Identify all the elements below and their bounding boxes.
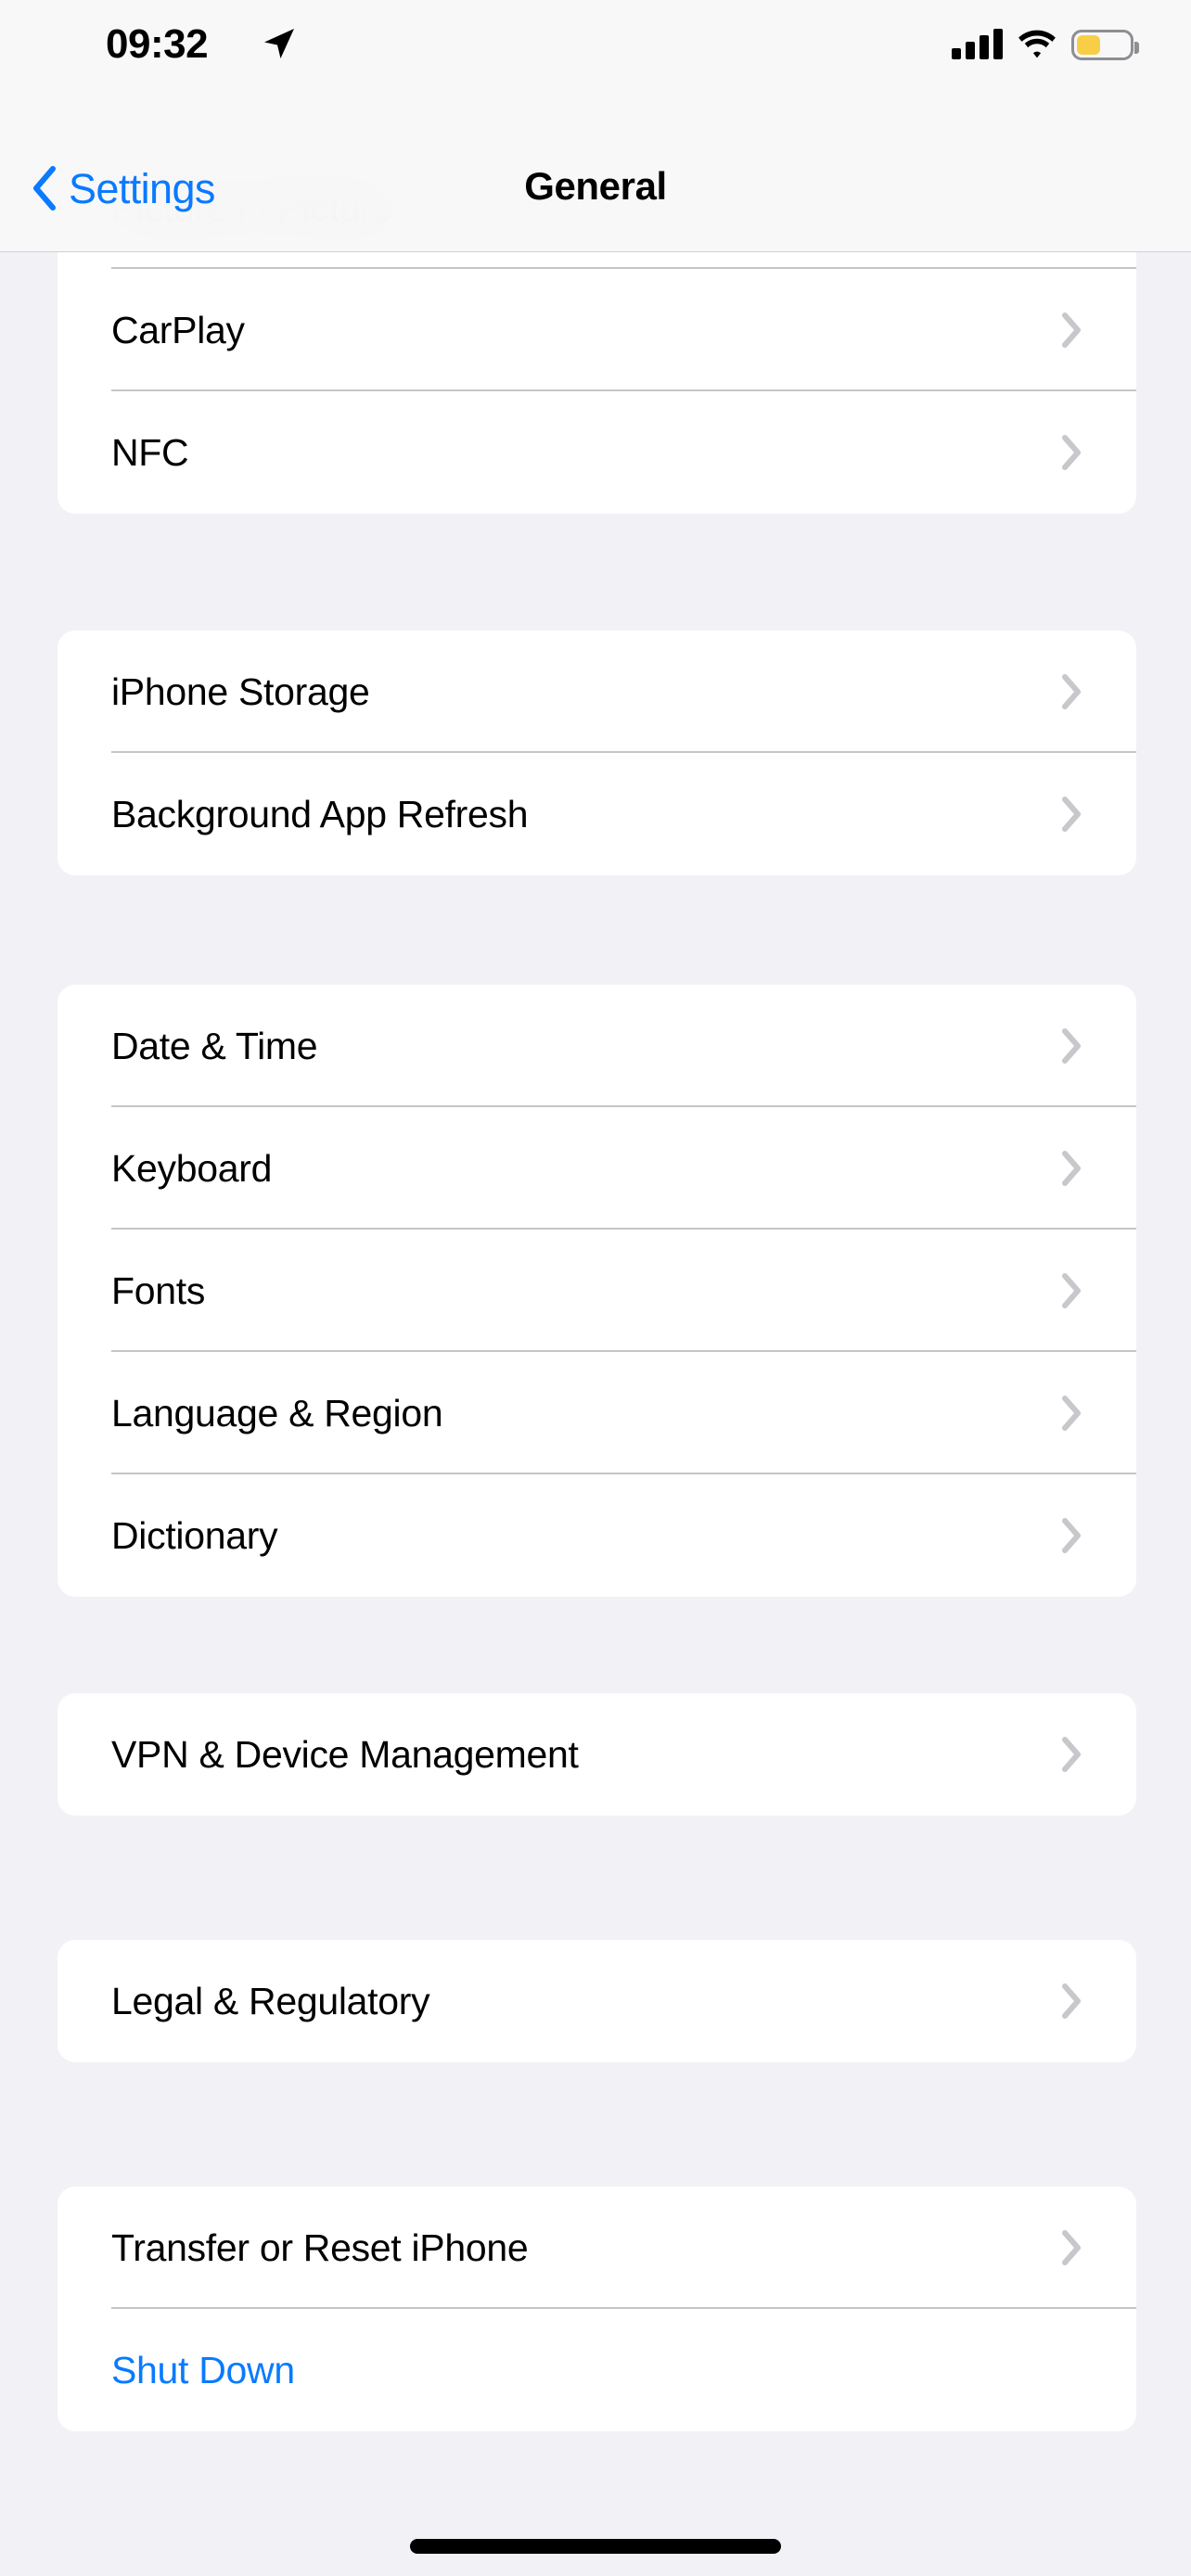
battery-icon bbox=[1071, 29, 1139, 60]
list-item-label: Date & Time bbox=[111, 1024, 318, 1067]
list-item-label: Dictionary bbox=[111, 1513, 278, 1557]
list-item-label: CarPlay bbox=[111, 308, 245, 351]
chevron-right-icon bbox=[1062, 435, 1082, 470]
wifi-icon bbox=[1018, 30, 1057, 59]
list-item-label: Language & Region bbox=[111, 1391, 443, 1435]
list-item-label: VPN & Device Management bbox=[111, 1732, 579, 1776]
list-item-label: Shut Down bbox=[111, 2348, 295, 2391]
chevron-right-icon bbox=[1062, 312, 1082, 348]
group-legal: Legal & Regulatory bbox=[58, 1940, 1136, 2062]
settings-general-screen: Picture in PictureCarPlayNFCiPhone Stora… bbox=[0, 0, 1191, 2576]
group-localization: Date & Time Keyboard Fonts Language & Regio… bbox=[58, 985, 1136, 1597]
list-item[interactable]: Language & Region bbox=[58, 1352, 1136, 1474]
list-item[interactable]: Fonts bbox=[58, 1230, 1136, 1352]
navigation-bar: 09:32 Settings General bbox=[0, 0, 1191, 252]
group-vpn: VPN & Device Management bbox=[58, 1693, 1136, 1816]
chevron-right-icon bbox=[1062, 2230, 1082, 2265]
cellular-signal-icon bbox=[952, 29, 1003, 59]
chevron-right-icon bbox=[1062, 797, 1082, 832]
location-arrow-icon bbox=[262, 26, 297, 61]
list-item[interactable]: Dictionary bbox=[58, 1474, 1136, 1597]
status-bar: 09:32 bbox=[0, 0, 1191, 85]
chevron-right-icon bbox=[1062, 1983, 1082, 2019]
battery-fill bbox=[1077, 34, 1100, 55]
list-item[interactable]: CarPlay bbox=[58, 269, 1136, 391]
list-item-label: Keyboard bbox=[111, 1146, 273, 1190]
list-item[interactable]: NFC bbox=[58, 391, 1136, 514]
chevron-right-icon bbox=[1062, 1028, 1082, 1064]
chevron-right-icon bbox=[1062, 1396, 1082, 1431]
chevron-right-icon bbox=[1062, 1518, 1082, 1553]
page-title: General bbox=[524, 164, 667, 208]
settings-scroll-view[interactable]: Picture in PictureCarPlayNFCiPhone Stora… bbox=[0, 0, 1191, 2576]
list-item-label: Legal & Regulatory bbox=[111, 1979, 430, 2022]
list-item-label: NFC bbox=[111, 430, 189, 474]
status-bar-clock: 09:32 bbox=[106, 21, 209, 67]
list-item[interactable]: Background App Refresh bbox=[58, 753, 1136, 875]
list-item[interactable]: Legal & Regulatory bbox=[58, 1940, 1136, 2062]
chevron-right-icon bbox=[1062, 1151, 1082, 1186]
list-item-label: iPhone Storage bbox=[111, 670, 370, 713]
list-item[interactable]: Shut Down bbox=[58, 2309, 1136, 2431]
list-item[interactable]: Date & Time bbox=[58, 985, 1136, 1107]
status-bar-indicators bbox=[952, 26, 1139, 63]
group-storage: iPhone Storage Background App Refresh bbox=[58, 631, 1136, 875]
list-item-label: Transfer or Reset iPhone bbox=[111, 2225, 529, 2269]
list-item-label: Background App Refresh bbox=[111, 792, 529, 835]
chevron-right-icon bbox=[1062, 674, 1082, 709]
chevron-right-icon bbox=[1062, 1737, 1082, 1772]
list-item-label: Fonts bbox=[111, 1269, 206, 1312]
list-item[interactable]: iPhone Storage bbox=[58, 631, 1136, 753]
group-reset: Transfer or Reset iPhone Shut Down bbox=[58, 2187, 1136, 2431]
list-item[interactable]: Keyboard bbox=[58, 1107, 1136, 1230]
list-item[interactable]: Transfer or Reset iPhone bbox=[58, 2187, 1136, 2309]
list-item[interactable]: VPN & Device Management bbox=[58, 1693, 1136, 1816]
home-indicator bbox=[410, 2539, 781, 2554]
chevron-right-icon bbox=[1062, 1273, 1082, 1308]
